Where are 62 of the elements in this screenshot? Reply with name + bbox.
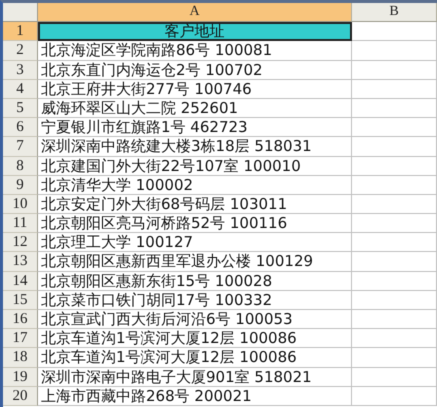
row-header[interactable]: 5 <box>3 98 38 118</box>
row-header[interactable]: 7 <box>3 137 38 156</box>
table-cell: 深圳市深南中路电子大厦901室 518021 <box>38 368 352 387</box>
row-header[interactable]: 18 <box>3 348 38 368</box>
empty-cell[interactable] <box>352 41 437 61</box>
row-header[interactable]: 3 <box>3 60 38 80</box>
row-header[interactable]: 4 <box>3 80 38 99</box>
row-header[interactable]: 2 <box>3 41 38 61</box>
table-cell: 深圳深南中路统建大楼3栋18层 518031 <box>38 137 352 156</box>
table-cell: 上海市西藏中路268号 200021 <box>38 386 352 406</box>
table-cell: 北京朝阳区惠新东街15号 100028 <box>38 272 352 291</box>
row-header[interactable]: 14 <box>3 272 38 291</box>
table-cell: 北京安定门外大街68号码层 103011 <box>38 194 352 214</box>
table-cell: 北京菜市口铁门胡同17号 100332 <box>38 290 352 310</box>
empty-cell[interactable] <box>352 272 437 291</box>
header-cell[interactable]: 客户地址 <box>38 22 352 42</box>
empty-cell[interactable] <box>352 176 437 195</box>
empty-cell[interactable] <box>352 194 437 214</box>
row-header[interactable]: 19 <box>3 368 38 387</box>
table-cell: 北京朝阳区亮马河桥路52号 100116 <box>38 214 352 234</box>
row-header[interactable]: 13 <box>3 252 38 272</box>
empty-cell[interactable] <box>352 386 437 406</box>
row-header[interactable]: 17 <box>3 329 38 348</box>
empty-cell[interactable] <box>352 290 437 310</box>
empty-cell[interactable] <box>352 118 437 138</box>
empty-cell[interactable] <box>352 310 437 330</box>
empty-cell[interactable] <box>352 368 437 387</box>
row-header[interactable]: 9 <box>3 176 38 195</box>
table-cell: 北京车道沟1号滨河大厦12层 100086 <box>38 348 352 368</box>
row-header[interactable]: 20 <box>3 386 38 406</box>
table-cell: 宁夏银川市红旗路1号 462723 <box>38 118 352 138</box>
row-header[interactable]: 10 <box>3 194 38 214</box>
row-header[interactable]: 8 <box>3 156 38 176</box>
empty-cell[interactable] <box>352 156 437 176</box>
column-header[interactable]: B <box>352 3 437 22</box>
table-cell: 威海环翠区山大二院 252601 <box>38 98 352 118</box>
row-header[interactable]: 12 <box>3 233 38 252</box>
row-header[interactable]: 1 <box>3 22 38 42</box>
empty-cell[interactable] <box>352 348 437 368</box>
table-cell: 北京车道沟1号滨河大厦12层 100086 <box>38 329 352 348</box>
table-cell: 北京清华大学 100002 <box>38 176 352 195</box>
row-header[interactable]: 11 <box>3 214 38 234</box>
row-header[interactable]: 16 <box>3 310 38 330</box>
table-cell: 北京东直门内海运仓2号 100702 <box>38 60 352 80</box>
empty-cell[interactable] <box>352 60 437 80</box>
empty-cell[interactable] <box>352 233 437 252</box>
table-cell: 北京海淀区学院南路86号 100081 <box>38 41 352 61</box>
table-cell: 北京理工大学 100127 <box>38 233 352 252</box>
empty-cell[interactable] <box>352 137 437 156</box>
column-header[interactable]: A <box>38 3 352 22</box>
row-header[interactable]: 15 <box>3 290 38 310</box>
table-cell: 北京朝阳区惠新西里军退办公楼 100129 <box>38 252 352 272</box>
empty-cell[interactable] <box>352 329 437 348</box>
row-header[interactable]: 6 <box>3 118 38 138</box>
table-cell: 北京建国门外大街22号107室 100010 <box>38 156 352 176</box>
empty-cell[interactable] <box>352 98 437 118</box>
empty-cell[interactable] <box>352 252 437 272</box>
table-cell: 北京王府井大街277号 100746 <box>38 80 352 99</box>
empty-cell[interactable] <box>352 80 437 99</box>
table-cell: 北京宣武门西大街后河沿6号 100053 <box>38 310 352 330</box>
select-all-corner[interactable] <box>3 3 38 22</box>
empty-cell[interactable] <box>352 214 437 234</box>
